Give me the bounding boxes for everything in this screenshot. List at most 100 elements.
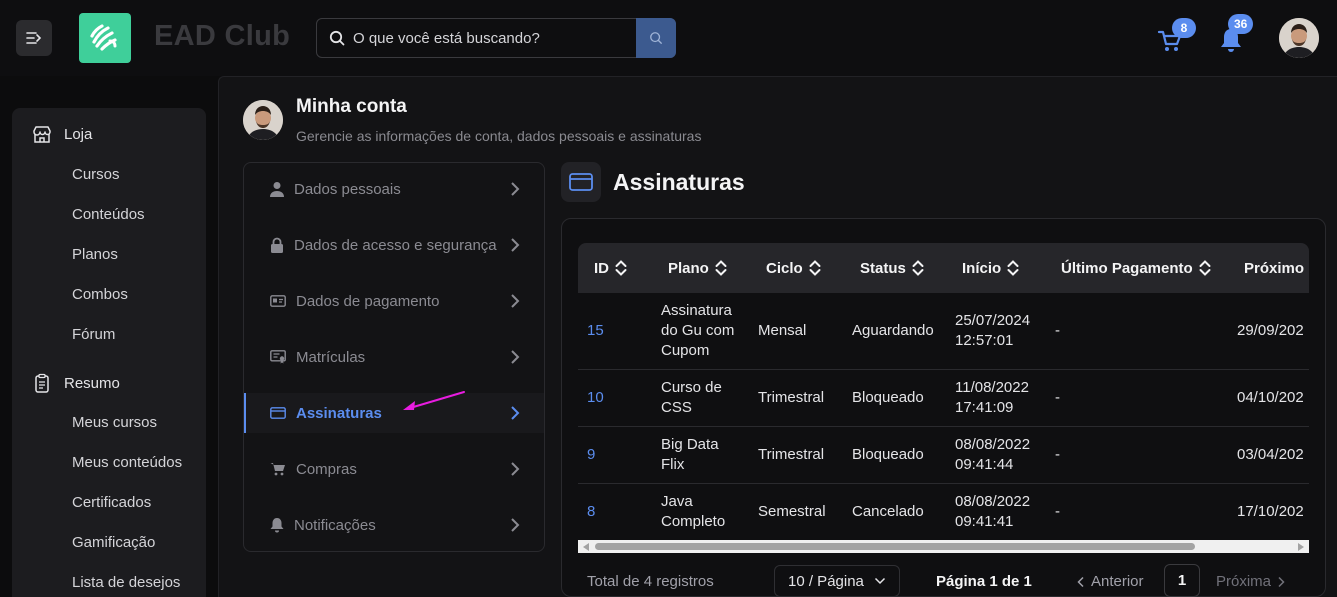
column-header-plano[interactable]: Plano bbox=[668, 243, 727, 293]
cell-id[interactable]: 9 bbox=[587, 445, 595, 465]
search-input[interactable] bbox=[353, 29, 636, 47]
cell-inicio: 25/07/2024 12:57:01 bbox=[955, 312, 1031, 349]
bell-icon bbox=[270, 518, 284, 533]
menu-item-compras[interactable]: Compras bbox=[244, 449, 544, 489]
sidebar-item-cursos[interactable]: Cursos bbox=[72, 166, 120, 183]
sidebar-item-forum[interactable]: Fórum bbox=[72, 326, 115, 343]
lock-icon bbox=[271, 237, 283, 253]
cell-inicio: 08/08/2022 09:41:41 bbox=[955, 493, 1031, 530]
column-header-inicio[interactable]: Início bbox=[962, 243, 1019, 293]
current-page-button[interactable]: 1 bbox=[1164, 564, 1200, 597]
scrollbar-thumb[interactable] bbox=[595, 543, 1195, 550]
scroll-left-icon[interactable] bbox=[583, 543, 589, 551]
id-card-icon bbox=[270, 295, 286, 307]
chevron-right-icon bbox=[511, 518, 520, 532]
column-header-id[interactable]: ID bbox=[594, 243, 627, 293]
logo[interactable] bbox=[79, 13, 131, 63]
table-row[interactable]: 10 Curso de CSS Trimestral Bloqueado 11/0… bbox=[578, 370, 1309, 427]
column-header-ultimo-pagamento[interactable]: Último Pagamento bbox=[1061, 243, 1211, 293]
cell-id[interactable]: 8 bbox=[587, 502, 595, 522]
sidebar-item-combos[interactable]: Combos bbox=[72, 286, 128, 303]
cell-status: Cancelado bbox=[852, 503, 924, 520]
cell-id[interactable]: 15 bbox=[587, 321, 604, 341]
sidebar-item-lista-de-desejos[interactable]: Lista de desejos bbox=[72, 574, 180, 591]
cell-status: Aguardando bbox=[852, 322, 934, 339]
store-icon bbox=[33, 126, 51, 143]
section-icon-box bbox=[561, 162, 601, 202]
cell-ultimo-pagamento: - bbox=[1055, 503, 1060, 520]
column-header-proximo-pagamento[interactable]: Próximo P bbox=[1244, 243, 1309, 293]
menu-toggle-button[interactable] bbox=[16, 20, 52, 56]
search-icon bbox=[650, 32, 662, 44]
sidebar-item-gamificacao[interactable]: Gamificação bbox=[72, 534, 155, 551]
chevron-right-icon bbox=[511, 406, 520, 420]
cell-ultimo-pagamento: - bbox=[1055, 446, 1060, 463]
cell-status: Bloqueado bbox=[852, 389, 924, 406]
menu-item-dados-de-pagamento[interactable]: Dados de pagamento bbox=[244, 281, 544, 321]
cell-ciclo: Mensal bbox=[758, 322, 807, 339]
chevron-right-icon bbox=[511, 294, 520, 308]
credit-card-icon bbox=[270, 407, 286, 419]
sidebar-item-certificados[interactable]: Certificados bbox=[72, 494, 151, 511]
cell-ultimo-pagamento: - bbox=[1055, 322, 1060, 339]
hand-logo-icon bbox=[90, 24, 117, 51]
chevron-right-icon bbox=[511, 462, 520, 476]
cell-proximo-pagamento: 17/10/202 bbox=[1237, 503, 1304, 520]
table-row[interactable]: 15 Assinatura do Gu com Cupom Mensal Aguar… bbox=[578, 293, 1309, 370]
page-info: Página 1 de 1 bbox=[936, 573, 1032, 590]
sidebar-item-planos[interactable]: Planos bbox=[72, 246, 118, 263]
table-header: ID Plano Ciclo Status Início Último Paga… bbox=[578, 243, 1309, 293]
sidebar-item-meus-conteudos[interactable]: Meus conteúdos bbox=[72, 454, 182, 471]
annotation-arrow bbox=[403, 391, 465, 410]
scroll-right-icon[interactable] bbox=[1298, 543, 1304, 551]
search-button[interactable] bbox=[636, 18, 676, 58]
user-avatar[interactable] bbox=[1279, 18, 1319, 58]
sidebar-item-conteudos[interactable]: Conteúdos bbox=[72, 206, 145, 223]
sidebar-section-loja[interactable]: Loja bbox=[32, 125, 92, 143]
menu-item-notificacoes[interactable]: Notificações bbox=[244, 505, 544, 545]
subscriptions-table: ID Plano Ciclo Status Início Último Paga… bbox=[578, 243, 1309, 553]
column-header-status[interactable]: Status bbox=[860, 243, 924, 293]
cell-proximo-pagamento: 29/09/202 bbox=[1237, 322, 1304, 339]
menu-item-dados-pessoais[interactable]: Dados pessoais bbox=[244, 169, 544, 209]
total-records: Total de 4 registros bbox=[587, 573, 714, 590]
notifications-button[interactable]: 36 bbox=[1218, 14, 1254, 54]
table-row[interactable]: 9 Big Data Flix Trimestral Bloqueado 08/0… bbox=[578, 427, 1309, 484]
certificate-icon bbox=[270, 350, 286, 364]
cart-button[interactable]: 8 bbox=[1157, 18, 1196, 54]
sort-icon bbox=[1199, 260, 1211, 276]
clipboard-icon bbox=[35, 373, 49, 393]
user-icon bbox=[270, 182, 284, 197]
brand-name: EAD Club bbox=[154, 20, 291, 52]
next-page-button[interactable]: Próxima bbox=[1216, 573, 1285, 590]
sort-icon bbox=[912, 260, 924, 276]
user-photo-icon bbox=[1279, 18, 1319, 58]
cell-plano: Assinatura do Gu com Cupom bbox=[661, 302, 735, 359]
page-subtitle: Gerencie as informações de conta, dados … bbox=[296, 128, 702, 144]
cell-inicio: 08/08/2022 09:41:44 bbox=[955, 436, 1031, 473]
cell-ultimo-pagamento: - bbox=[1055, 389, 1060, 406]
sidebar-item-meus-cursos[interactable]: Meus cursos bbox=[72, 414, 157, 431]
page-size-select[interactable]: 10 / Página bbox=[774, 565, 900, 597]
sort-icon bbox=[715, 260, 727, 276]
chevron-down-icon bbox=[874, 577, 885, 585]
chevron-right-icon bbox=[1278, 576, 1285, 587]
menu-item-assinaturas[interactable]: Assinaturas bbox=[244, 393, 544, 433]
column-header-ciclo[interactable]: Ciclo bbox=[766, 243, 821, 293]
account-avatar bbox=[243, 100, 283, 140]
cell-ciclo: Trimestral bbox=[758, 389, 825, 406]
sidebar: Loja Cursos Conteúdos Planos Combos Fóru… bbox=[12, 108, 206, 597]
cell-status: Bloqueado bbox=[852, 446, 924, 463]
chevron-right-icon bbox=[511, 350, 520, 364]
menu-item-dados-de-acesso[interactable]: Dados de acesso e segurança bbox=[244, 225, 544, 265]
menu-item-matriculas[interactable]: Matrículas bbox=[244, 337, 544, 377]
horizontal-scrollbar[interactable] bbox=[578, 540, 1309, 553]
previous-page-button[interactable]: Anterior bbox=[1077, 573, 1144, 590]
sidebar-section-label: Loja bbox=[64, 125, 93, 143]
cell-plano: Big Data Flix bbox=[661, 436, 719, 473]
table-row[interactable]: 8 Java Completo Semestral Cancelado 08/08… bbox=[578, 484, 1309, 541]
cart-icon bbox=[270, 463, 285, 476]
cell-id[interactable]: 10 bbox=[587, 388, 604, 408]
sidebar-section-resumo[interactable]: Resumo bbox=[32, 373, 120, 393]
chevron-left-icon bbox=[1077, 576, 1084, 587]
